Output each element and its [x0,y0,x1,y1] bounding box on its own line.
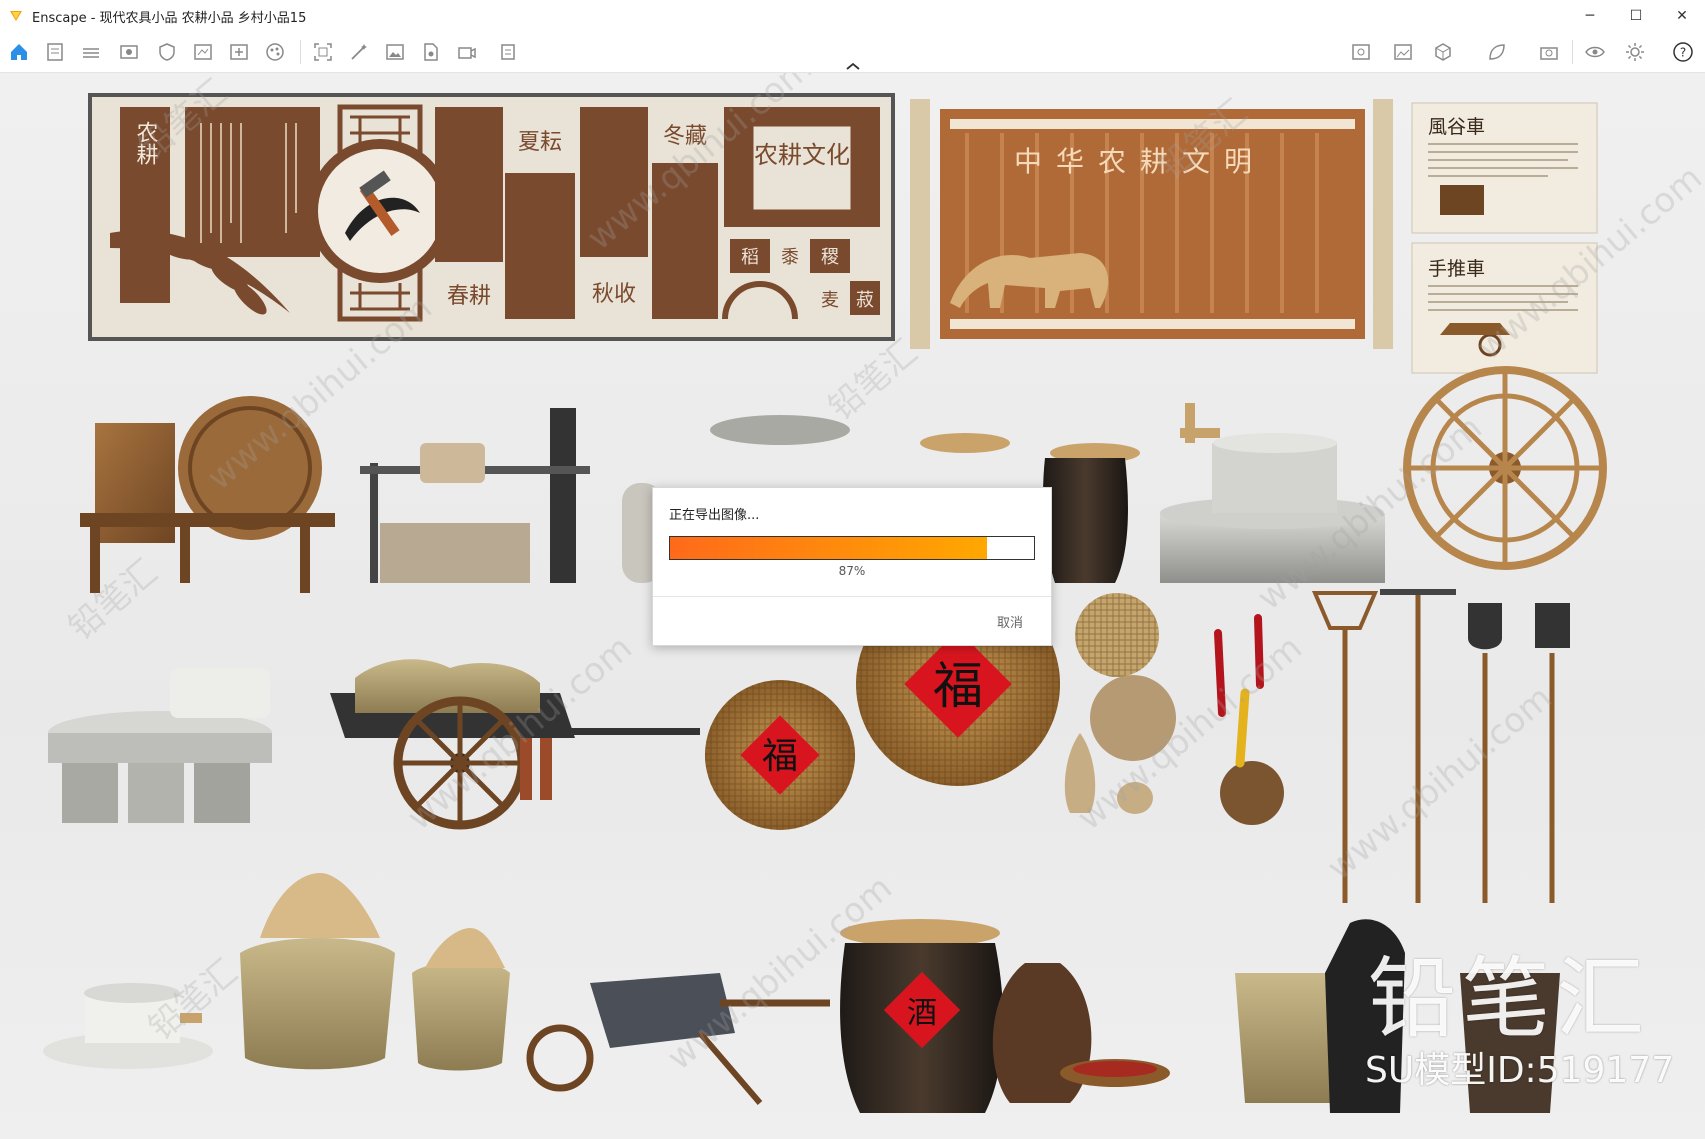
image-icon[interactable] [384,41,406,63]
add-view-icon[interactable] [228,41,250,63]
window-title: Enscape - 现代农具小品 农耕小品 乡村小品15 [32,10,307,26]
cube-icon[interactable] [1432,41,1454,63]
model-id-watermark: SU模型ID:519177 [1365,1050,1675,1091]
grain-sacks [240,873,510,1071]
label-winter: 冬藏 [663,124,707,149]
view-eye-icon[interactable] [118,41,140,63]
grain-rice: 稻 [741,247,759,268]
minimize-button[interactable]: ─ [1567,0,1613,32]
progress-percent: 87% [838,564,866,578]
maximize-button[interactable]: ☐ [1613,0,1659,32]
wine-jar: 酒 [840,919,1004,1113]
camera-icon[interactable] [1538,41,1560,63]
settings-icon[interactable] [1624,41,1646,63]
svg-text:?: ? [1680,46,1686,60]
screenshot-icon[interactable] [1392,41,1414,63]
wheelbarrow [526,973,830,1105]
water-wheel [1403,366,1607,570]
magic-wand-icon[interactable] [348,41,370,63]
winnowing-machine [80,396,335,593]
grain-millet: 黍 [781,247,799,268]
bim-list-icon[interactable] [80,41,102,63]
drawing-icon[interactable] [192,41,214,63]
stone-grinder [48,668,272,823]
video-camera-icon[interactable] [456,41,478,63]
cancel-button[interactable]: 取消 [997,612,1023,631]
grain-bean: 菽 [856,290,874,311]
farming-culture-panel: 农耕 夏耘 春耕 秋收 冬藏 农耕文化 稻 黍 稷 麦 菽 [88,93,895,341]
well-winch [360,408,590,583]
label-spring: 春耕 [447,284,491,309]
toolbar-separator [1572,40,1573,64]
scroll-heading: 中华农耕文明 [1014,145,1266,178]
home-icon[interactable] [8,41,30,63]
batch-render-icon[interactable] [498,41,520,63]
collapse-toolbar-chevron-icon[interactable] [842,60,864,72]
clay-pot [992,963,1170,1103]
export-image-icon[interactable] [1350,41,1372,63]
basket-label-small: 福 [762,736,798,777]
progress-fill [670,537,987,559]
enscape-logo-icon [10,11,22,21]
jar-label: 酒 [907,996,937,1031]
ox-cart [330,659,700,830]
chinese-farming-scroll-panel: 中华农耕文明 [910,99,1393,349]
emblem-text: 农耕文化 [754,141,850,169]
small-baskets [1064,593,1284,825]
bamboo-basket-small: 福 [705,680,855,830]
palette-icon[interactable] [264,41,286,63]
info-cards: 風谷車 手推車 [1411,102,1598,374]
grain-sorghum: 稷 [821,247,839,268]
shield-icon[interactable] [156,41,178,63]
dialog-title: 正在导出图像... [669,508,760,523]
visibility-icon[interactable] [1584,41,1606,63]
help-icon[interactable]: ? [1672,41,1694,63]
panel-vertical-title: 农耕 [133,121,159,165]
capture-frame-icon[interactable] [312,41,334,63]
dialog-divider [653,596,1051,597]
file-icon[interactable] [420,41,442,63]
close-button[interactable]: ✕ [1659,0,1705,32]
mini-grinder [43,983,213,1069]
export-progress-bar [669,536,1035,560]
brand-watermark-logo: 铅笔汇 [1368,947,1651,1050]
window-controls: ─ ☐ ✕ [1567,0,1705,32]
toolbar-separator [300,40,301,64]
hanging-chilies [1214,614,1264,768]
export-progress-dialog: 正在导出图像... 87% 取消 [652,487,1052,646]
farm-tools [1311,589,1570,903]
label-autumn: 秋收 [592,282,636,307]
leaf-icon[interactable] [1486,41,1508,63]
basket-label-large: 福 [933,657,983,715]
label-summer: 夏耘 [518,130,562,155]
grain-wheat: 麦 [821,290,839,311]
card-handcart-title: 手推車 [1428,258,1485,280]
document-icon[interactable] [44,41,66,63]
window-titlebar: Enscape - 现代农具小品 农耕小品 乡村小品15 ─ ☐ ✕ [0,0,1705,32]
grinding-stone [1160,403,1385,583]
card-winnowing-title: 風谷車 [1428,116,1485,138]
